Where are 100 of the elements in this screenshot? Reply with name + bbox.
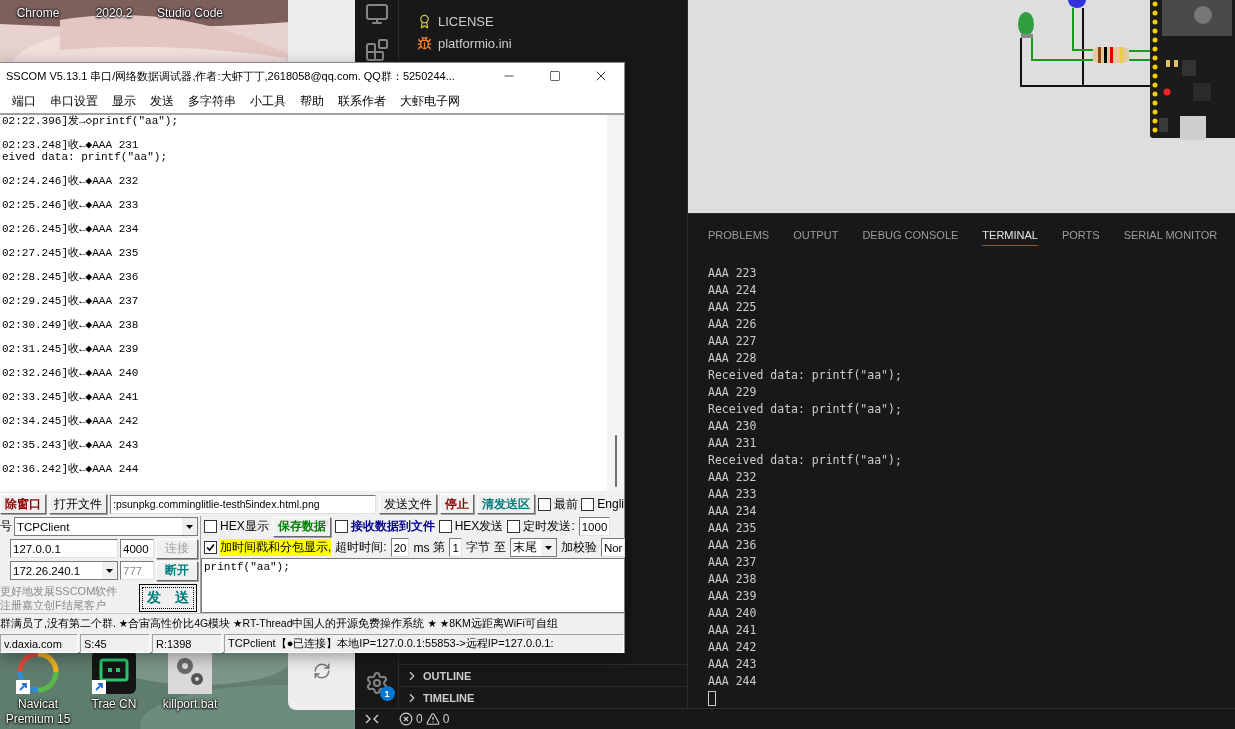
field-label: 至 [493, 539, 506, 556]
error-count[interactable]: 0 [416, 712, 423, 726]
swirl-app-icon[interactable] [16, 650, 60, 694]
log-line: 02:26.245]收←◆AAA 234 [2, 223, 140, 235]
file-name[interactable]: LICENSE [438, 13, 494, 29]
toolbar-button[interactable]: 保存数据 [272, 516, 331, 537]
checkbox[interactable] [334, 520, 348, 533]
checkbox[interactable] [538, 497, 552, 511]
menu-item[interactable]: 显示 [112, 92, 136, 110]
desktop-icon-label[interactable]: killport.bat [162, 697, 218, 712]
scrollbar-thumb[interactable] [614, 435, 617, 487]
send-text-field[interactable]: printf("aa"); [201, 558, 626, 613]
checkbox[interactable] [438, 520, 452, 533]
status-cell: TCPclient【●已连接】本地IP=127.0.0.1:55853->远程IP=127.0.0.1: [224, 634, 624, 653]
log-line: 02:24.246]收←◆AAA 232 [2, 175, 140, 187]
text-field[interactable]: 20 [390, 538, 410, 557]
toolbar-button[interactable]: 清发送区 [477, 494, 536, 514]
log-line: 02:32.246]收←◆AAA 240 [2, 367, 140, 379]
menu-item[interactable]: 帮助 [300, 92, 324, 110]
panel-tab[interactable]: DEBUG CONSOLE [862, 224, 959, 246]
log-line: 02:35.243]收←◆AAA 243 [2, 439, 140, 451]
error-icon [399, 712, 413, 726]
bug-icon [417, 35, 432, 51]
log-line: 02:25.246]收←◆AAA 233 [2, 199, 140, 211]
section-header[interactable]: OUTLINE [399, 664, 687, 686]
terminal-line: AAA 224 [708, 282, 758, 299]
terminal-line: AAA 237 [708, 554, 758, 571]
terminal-line: AAA 240 [708, 605, 758, 622]
log-line: 02:36.242]收←◆AAA 244 [2, 463, 140, 475]
section-header[interactable]: TIMELINE [399, 686, 687, 708]
ribbon-icon [417, 13, 432, 29]
text-field[interactable]: Nor [600, 538, 626, 557]
terminal-line: AAA 231 [708, 435, 758, 452]
checkbox-label: HEX显示 [220, 518, 269, 535]
text-field[interactable]: 4000 [120, 539, 154, 558]
checkbox[interactable] [507, 520, 521, 533]
checkbox-label: 定时发送: [523, 518, 575, 535]
checkbox[interactable] [204, 541, 217, 554]
checkbox-label: 接收数据到文件 [350, 518, 435, 535]
text-field[interactable]: 1 [449, 538, 462, 557]
field-label: 超时时间: [335, 539, 387, 556]
toolbar-button[interactable]: 打开文件 [49, 494, 107, 514]
text-field[interactable]: :psunpkg.comminglitlie-testh5index.html.png [110, 494, 377, 514]
terminal-line: AAA 238 [708, 571, 758, 588]
terminal-line: AAA 227 [708, 333, 758, 350]
terminal-line: AAA 236 [708, 537, 758, 554]
file-name[interactable]: platformio.ini [438, 35, 512, 51]
terminal-line: AAA 230 [708, 418, 758, 435]
menu-item[interactable]: 串口设置 [50, 92, 98, 110]
toolbar-button[interactable]: 除窗口 [0, 494, 46, 514]
terminal-line: AAA 242 [708, 639, 758, 656]
checkbox[interactable] [581, 497, 595, 511]
panel-tab[interactable]: PORTS [1061, 224, 1100, 246]
terminal-line: AAA 228 [708, 350, 758, 367]
menu-item[interactable]: 小工具 [250, 92, 286, 110]
menu-item[interactable]: 多字符串 [188, 92, 236, 110]
terminal-line: AAA 226 [708, 316, 758, 333]
warning-count[interactable]: 0 [442, 712, 450, 726]
menu-item[interactable]: 发送 [150, 92, 174, 110]
remote-explorer-icon[interactable] [364, 2, 389, 26]
panel-tab[interactable]: TERMINAL [982, 224, 1038, 246]
gears-file-icon[interactable] [168, 650, 212, 694]
desktop-icon-label[interactable]: Chrome [16, 6, 60, 21]
log-line: eived data: printf("aa"); [2, 151, 169, 163]
log-line: 02:33.245]收←◆AAA 241 [2, 391, 140, 403]
dropdown-field[interactable]: 末尾 [509, 538, 557, 557]
window-title: SSCOM V5.13.1 串口/网络数据调试器,作者:大虾丁丁,2618058@qq.com. QQ群：5250244... [5, 68, 456, 84]
field-label: ms [413, 540, 430, 555]
panel-tab[interactable]: PROBLEMS [708, 224, 770, 246]
settings-icon[interactable] [364, 671, 389, 695]
toolbar-button[interactable]: 断开 [156, 560, 198, 581]
checkbox[interactable] [204, 520, 217, 533]
panel-tab[interactable]: OUTPUT [793, 224, 839, 246]
desktop-icon-label[interactable]: Trae CN [91, 697, 137, 712]
log-line: 02:34.245]收←◆AAA 242 [2, 415, 140, 427]
terminal-cursor [708, 691, 716, 706]
text-field[interactable]: 1000 [578, 517, 611, 536]
menu-item[interactable]: 大虾电子网 [400, 92, 460, 110]
toolbar-button[interactable]: 发送文件 [379, 494, 438, 514]
terminal-line: AAA 234 [708, 503, 758, 520]
dropdown-field[interactable]: 172.26.240.1 [10, 561, 118, 580]
panel-tab[interactable]: SERIAL MONITOR [1123, 224, 1218, 246]
desktop-icon-label[interactable]: Studio Code [156, 6, 223, 21]
log-line: 02:31.245]收←◆AAA 239 [2, 343, 140, 355]
extensions-icon[interactable] [364, 38, 389, 62]
field-label: 加校验 [560, 539, 597, 556]
text-field[interactable]: 127.0.0.1 [10, 539, 118, 558]
dropdown-field[interactable]: TCPClient [14, 517, 198, 536]
terminal-line: AAA 225 [708, 299, 758, 316]
refresh-icon[interactable] [312, 662, 331, 680]
desktop-icon-label[interactable]: Navicat Premium 15 [0, 697, 76, 727]
toolbar-button[interactable]: 停止 [440, 494, 475, 514]
terminal-line: AAA 235 [708, 520, 758, 537]
menu-item[interactable]: 端口 [12, 92, 36, 110]
log-line: 02:27.245]收←◆AAA 235 [2, 247, 140, 259]
remote-icon[interactable] [365, 712, 379, 726]
terminal-line: AAA 241 [708, 622, 758, 639]
menu-item[interactable]: 联系作者 [338, 92, 386, 110]
terminal-line: AAA 233 [708, 486, 758, 503]
send-button[interactable]: 发 送 [139, 583, 197, 612]
